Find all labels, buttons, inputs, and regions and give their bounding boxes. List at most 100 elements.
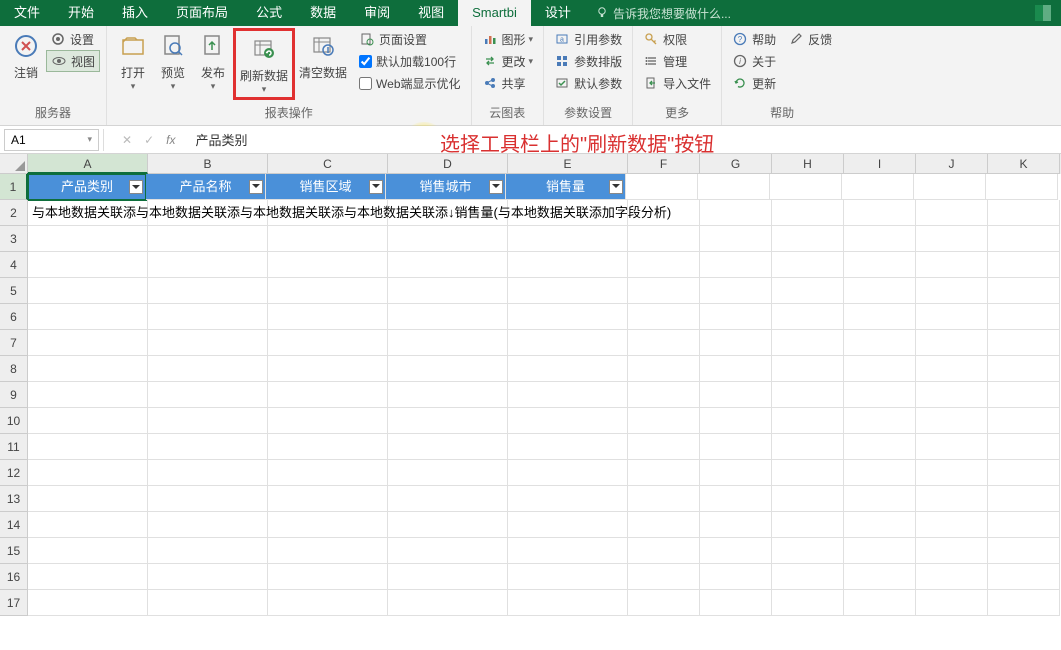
cell-I9[interactable] xyxy=(844,382,916,408)
cell-J2[interactable] xyxy=(916,200,988,226)
cell-D5[interactable] xyxy=(388,278,508,304)
col-header-I[interactable]: I xyxy=(844,154,916,174)
cell-K7[interactable] xyxy=(988,330,1060,356)
accept-icon[interactable]: ✓ xyxy=(144,133,154,147)
tab-view[interactable]: 视图 xyxy=(404,0,458,26)
row-header-3[interactable]: 3 xyxy=(0,226,28,252)
cell-F10[interactable] xyxy=(628,408,700,434)
web-opt-input[interactable] xyxy=(359,77,372,90)
cell-F13[interactable] xyxy=(628,486,700,512)
cell-K15[interactable] xyxy=(988,538,1060,564)
cell-H1[interactable] xyxy=(770,174,842,200)
row-header-2[interactable]: 2 xyxy=(0,200,28,226)
cell-C6[interactable] xyxy=(268,304,388,330)
cell-D11[interactable] xyxy=(388,434,508,460)
tab-review[interactable]: 审阅 xyxy=(350,0,404,26)
cell-B9[interactable] xyxy=(148,382,268,408)
cell-G17[interactable] xyxy=(700,590,772,616)
cell-G12[interactable] xyxy=(700,460,772,486)
row-header-7[interactable]: 7 xyxy=(0,330,28,356)
page-setup-button[interactable]: 页面设置 xyxy=(355,28,464,50)
tab-file[interactable]: 文件 xyxy=(0,0,54,26)
filter-dropdown-icon[interactable] xyxy=(249,180,263,194)
cell-F11[interactable] xyxy=(628,434,700,460)
view-button[interactable]: 视图 xyxy=(46,50,100,72)
row-header-4[interactable]: 4 xyxy=(0,252,28,278)
cell-C8[interactable] xyxy=(268,356,388,382)
cell-H7[interactable] xyxy=(772,330,844,356)
tab-layout[interactable]: 页面布局 xyxy=(162,0,242,26)
cell-A12[interactable] xyxy=(28,460,148,486)
cell-B16[interactable] xyxy=(148,564,268,590)
filter-dropdown-icon[interactable] xyxy=(369,180,383,194)
cell-E17[interactable] xyxy=(508,590,628,616)
cell-I14[interactable] xyxy=(844,512,916,538)
cell-I17[interactable] xyxy=(844,590,916,616)
cell-E8[interactable] xyxy=(508,356,628,382)
cell-I12[interactable] xyxy=(844,460,916,486)
cell-I3[interactable] xyxy=(844,226,916,252)
cell-J7[interactable] xyxy=(916,330,988,356)
cell-G15[interactable] xyxy=(700,538,772,564)
cell-A3[interactable] xyxy=(28,226,148,252)
cell-A9[interactable] xyxy=(28,382,148,408)
load-100-checkbox[interactable]: 默认加载100行 xyxy=(355,50,464,72)
cell-E16[interactable] xyxy=(508,564,628,590)
param-layout-button[interactable]: 参数排版 xyxy=(550,50,626,72)
feedback-button[interactable]: 反馈 xyxy=(784,28,836,50)
cancel-icon[interactable]: ✕ xyxy=(122,133,132,147)
tab-smartbi[interactable]: Smartbi xyxy=(458,0,531,26)
cell-F3[interactable] xyxy=(628,226,700,252)
cell-H5[interactable] xyxy=(772,278,844,304)
cell-F4[interactable] xyxy=(628,252,700,278)
cell-B17[interactable] xyxy=(148,590,268,616)
cell-E10[interactable] xyxy=(508,408,628,434)
cell-J17[interactable] xyxy=(916,590,988,616)
col-header-E[interactable]: E xyxy=(508,154,628,174)
cell-B4[interactable] xyxy=(148,252,268,278)
cell-F17[interactable] xyxy=(628,590,700,616)
cell-A5[interactable] xyxy=(28,278,148,304)
fx-icon[interactable]: fx xyxy=(166,133,175,147)
cell-J16[interactable] xyxy=(916,564,988,590)
cell-K14[interactable] xyxy=(988,512,1060,538)
row-header-1[interactable]: 1 xyxy=(0,174,28,200)
cell-E15[interactable] xyxy=(508,538,628,564)
publish-button[interactable]: 发布 ▾ xyxy=(193,28,233,94)
perm-button[interactable]: 权限 xyxy=(639,28,715,50)
load-100-input[interactable] xyxy=(359,55,372,68)
cell-I8[interactable] xyxy=(844,356,916,382)
col-header-A[interactable]: A xyxy=(28,154,148,174)
cell-H9[interactable] xyxy=(772,382,844,408)
help-button[interactable]: ? 帮助 xyxy=(728,28,780,50)
cell-K3[interactable] xyxy=(988,226,1060,252)
change-button[interactable]: 更改 ▾ xyxy=(478,50,538,72)
cell-G5[interactable] xyxy=(700,278,772,304)
cell-I15[interactable] xyxy=(844,538,916,564)
import-button[interactable]: 导入文件 xyxy=(639,72,715,94)
row-header-17[interactable]: 17 xyxy=(0,590,28,616)
cell-I6[interactable] xyxy=(844,304,916,330)
chart-button[interactable]: 图形 ▾ xyxy=(478,28,538,50)
row-header-11[interactable]: 11 xyxy=(0,434,28,460)
row-header-12[interactable]: 12 xyxy=(0,460,28,486)
cell-K17[interactable] xyxy=(988,590,1060,616)
cell-H6[interactable] xyxy=(772,304,844,330)
cell-I4[interactable] xyxy=(844,252,916,278)
cell-I1[interactable] xyxy=(842,174,914,200)
cell-G16[interactable] xyxy=(700,564,772,590)
preview-button[interactable]: 预览 ▾ xyxy=(153,28,193,94)
cell-E4[interactable] xyxy=(508,252,628,278)
tab-home[interactable]: 开始 xyxy=(54,0,108,26)
settings-button[interactable]: 设置 xyxy=(46,28,100,50)
cell-E1[interactable]: 销售量 xyxy=(506,174,626,200)
refresh-data-button[interactable]: 刷新数据 ▾ xyxy=(233,28,295,100)
cell-D6[interactable] xyxy=(388,304,508,330)
clear-data-button[interactable]: 清空数据 xyxy=(295,28,351,83)
row-header-15[interactable]: 15 xyxy=(0,538,28,564)
cell-H8[interactable] xyxy=(772,356,844,382)
cell-E12[interactable] xyxy=(508,460,628,486)
row-header-13[interactable]: 13 xyxy=(0,486,28,512)
cell-C9[interactable] xyxy=(268,382,388,408)
cell-J5[interactable] xyxy=(916,278,988,304)
